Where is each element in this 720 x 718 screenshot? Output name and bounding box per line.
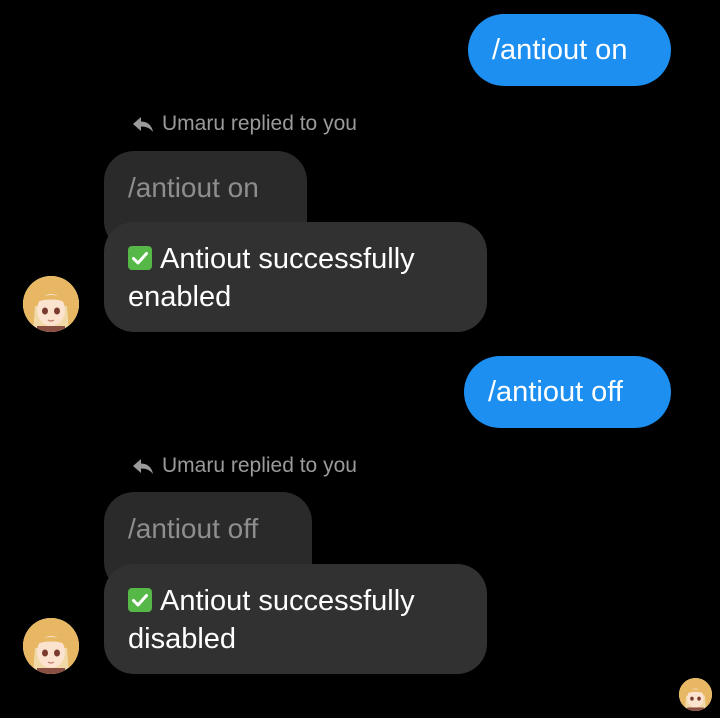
received-message-bubble[interactable]: Antiout successfully disabled xyxy=(104,564,487,674)
reply-arrow-icon xyxy=(133,459,153,474)
reply-label: Umaru replied to you xyxy=(132,112,357,136)
message-body-line2: disabled xyxy=(128,623,237,655)
reply-label-text: Umaru replied to you xyxy=(162,112,357,135)
umaru-avatar[interactable] xyxy=(23,276,79,332)
sent-message-bubble[interactable]: /antiout off xyxy=(464,356,671,428)
quoted-message-text: /antiout off xyxy=(128,513,259,544)
reply-label: Umaru replied to you xyxy=(132,454,357,478)
message-body-line1: Antiout successfully xyxy=(160,243,415,275)
quoted-message-text: /antiout on xyxy=(128,172,259,203)
seen-indicator-avatar xyxy=(679,678,712,711)
check-mark-button-icon xyxy=(128,246,152,270)
reply-arrow-icon xyxy=(133,117,153,132)
sent-message-bubble[interactable]: /antiout on xyxy=(468,14,671,86)
message-body-line1: Antiout successfully xyxy=(160,585,415,617)
check-mark-button-icon xyxy=(128,588,152,612)
umaru-avatar[interactable] xyxy=(23,618,79,674)
received-message-bubble[interactable]: Antiout successfully enabled xyxy=(104,222,487,332)
reply-label-text: Umaru replied to you xyxy=(162,454,357,477)
message-body-line2: enabled xyxy=(128,281,232,313)
